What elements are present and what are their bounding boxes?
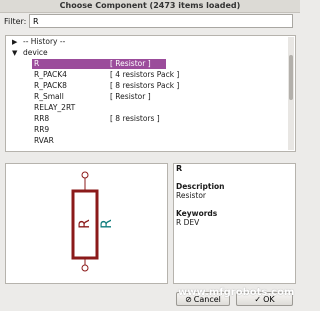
- collapse-arrow-icon[interactable]: ▼: [12, 48, 17, 58]
- tree-scrollbar[interactable]: [288, 37, 294, 150]
- tree-item-name: RR9: [34, 125, 50, 134]
- tree-item-description: [ 8 resistors Pack ]: [110, 81, 180, 90]
- info-keywords-value: R DEV: [176, 218, 200, 227]
- tree-item[interactable]: R_Small [ Resistor ]: [32, 92, 289, 102]
- component-tree[interactable]: ▶ -- History -- ▼ device R[ Resistor ] R_…: [5, 35, 296, 152]
- symbol-preview: R R: [5, 163, 168, 284]
- tree-item-description: [ 8 resistors ]: [110, 114, 160, 123]
- tree-item-description: [ 4 resistors Pack ]: [110, 70, 180, 79]
- tree-item[interactable]: RELAY_2RT: [32, 103, 289, 113]
- info-description-value: Resistor: [176, 191, 206, 200]
- tree-library-device[interactable]: ▼ device: [6, 48, 289, 58]
- tree-item-description: [ Resistor ]: [110, 59, 151, 68]
- symbol-value: R: [99, 219, 115, 229]
- filter-label: Filter:: [4, 17, 27, 26]
- tree-item-name: RVAR: [34, 136, 54, 145]
- symbol-reference: R: [77, 219, 93, 229]
- tree-history-node[interactable]: ▶ -- History --: [6, 37, 289, 47]
- pin-top: [81, 171, 89, 179]
- info-keywords-heading: Keywords: [176, 209, 218, 218]
- tree-item-name: R: [34, 59, 40, 68]
- resistor-symbol: R R: [71, 171, 115, 272]
- tree-item[interactable]: R [ Resistor ]: [32, 59, 166, 69]
- tree-item[interactable]: R_PACK4 [ 4 resistors Pack ]: [32, 70, 289, 80]
- filter-input[interactable]: [29, 14, 293, 28]
- tree-scrollbar-thumb[interactable]: [289, 55, 293, 100]
- tree-item[interactable]: R_PACK8 [ 8 resistors Pack ]: [32, 81, 289, 91]
- tree-history-label: -- History --: [23, 37, 66, 46]
- window-title: Choose Component (2473 items loaded): [0, 0, 300, 13]
- pin-bottom: [81, 264, 89, 272]
- tree-item-name: R_Small: [34, 92, 64, 101]
- tree-item-name: RR8: [34, 114, 50, 123]
- tree-library-label: device: [23, 48, 48, 57]
- tree-item[interactable]: RR9: [32, 125, 289, 135]
- tree-item[interactable]: RR8 [ 8 resistors ]: [32, 114, 289, 124]
- tree-item-description: [ Resistor ]: [110, 92, 151, 101]
- info-description-heading: Description: [176, 182, 225, 191]
- tree-item-name: R_PACK4: [34, 70, 67, 79]
- info-component-name: R: [176, 164, 183, 173]
- tree-item[interactable]: RVAR: [32, 136, 289, 146]
- tree-item-name: RELAY_2RT: [34, 103, 76, 112]
- watermark: www.mfgrobots.com: [178, 287, 295, 298]
- expand-arrow-icon[interactable]: ▶: [12, 37, 17, 47]
- tree-item-name: R_PACK8: [34, 81, 67, 90]
- component-info-panel: R Description Resistor Keywords R DEV: [173, 163, 296, 284]
